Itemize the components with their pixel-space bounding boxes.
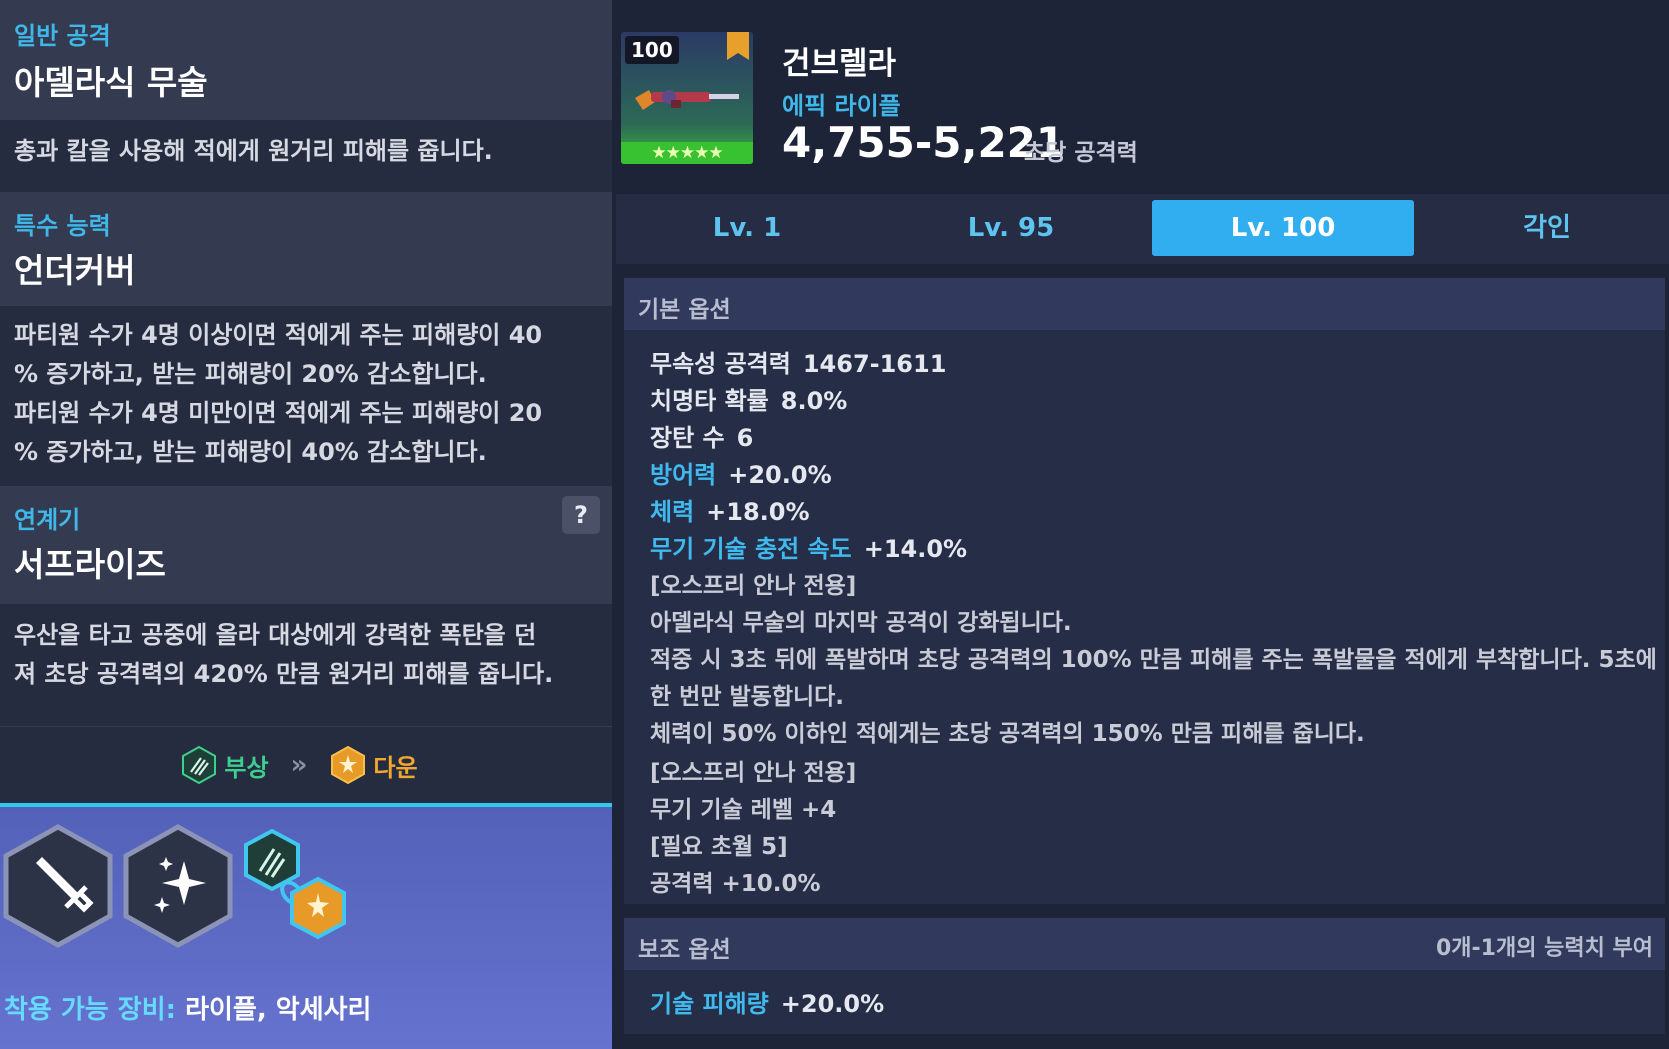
- stat-key: 무기 기술 충전 속도: [650, 535, 852, 563]
- chain-to-label: 다운: [373, 753, 418, 782]
- weapon-dps-label: 초당 공격력: [1024, 140, 1138, 166]
- option-text: [오스프리 안나 전용]: [650, 760, 857, 786]
- chevron-right-icon: »: [290, 750, 308, 780]
- star-rating: ★★★★★: [621, 142, 753, 164]
- skill-name: 언더커버: [14, 251, 136, 290]
- down-icon: [331, 746, 366, 784]
- equip-value: 라이플, 악세사리: [185, 995, 372, 1025]
- stat-value: +14.0%: [863, 535, 968, 563]
- weapon-thumbnail: 100 ★★★★★: [621, 32, 753, 164]
- tab-lv-1[interactable]: Lv. 1: [616, 200, 878, 256]
- stat-key: 기술 피해량: [650, 990, 769, 1018]
- stat-key: 치명타 확률: [650, 387, 769, 415]
- sub-options-note: 0개-1개의 능력치 부여: [1436, 936, 1653, 961]
- stat-row: 체력 +18.0%: [650, 492, 810, 527]
- stat-key: 장탄 수: [650, 424, 725, 452]
- option-text: [오스프리 안나 전용]: [650, 573, 857, 599]
- bookmark-icon[interactable]: [727, 32, 749, 60]
- stat-row: 치명타 확률 8.0%: [650, 381, 847, 416]
- skill-category: 일반 공격: [14, 22, 111, 50]
- description-line: 총과 칼을 사용해 적에게 원거리 피해를 줍니다.: [14, 137, 493, 165]
- basic-options-body: 무속성 공격력 1467-1611 치명타 확률 8.0% 장탄 수 6 방어력 +20…: [624, 330, 1665, 904]
- basic-options-title: 기본 옵션: [638, 297, 731, 323]
- weapon-dps: 4,755-5,221: [782, 118, 1066, 167]
- chain-condition: 부상 » 다운: [0, 727, 612, 803]
- stat-key: 방어력: [650, 461, 717, 489]
- skill-description-normal-attack: 총과 칼을 사용해 적에게 원거리 피해를 줍니다.: [0, 120, 612, 192]
- weapon-type: 에픽 라이플: [782, 92, 901, 120]
- tab-lv-95[interactable]: Lv. 95: [880, 200, 1142, 256]
- stat-row: 장탄 수 6: [650, 418, 753, 453]
- skill-name: 서프라이즈: [14, 545, 166, 584]
- skill-name: 아델라식 무술: [14, 63, 208, 102]
- stat-value: 8.0%: [780, 387, 848, 415]
- option-text: 공격력 +10.0%: [650, 871, 821, 897]
- description-line: % 증가하고, 받는 피해량이 40% 감소합니다.: [14, 438, 487, 466]
- basic-options-header: 기본 옵션: [624, 278, 1665, 330]
- stat-value: 6: [736, 424, 754, 452]
- weapon-level-badge: 100: [625, 36, 679, 64]
- equip-info: 착용 가능 장비: 라이플, 악세사리: [4, 989, 371, 1026]
- skill-header-chain: 연계기 서프라이즈: [0, 486, 612, 604]
- skill-description-special: 파티원 수가 4명 이상이면 적에게 주는 피해량이 40 % 증가하고, 받는…: [0, 306, 612, 486]
- level-tabs: Lv. 1 Lv. 95 Lv. 100 각인: [616, 194, 1669, 264]
- rifle-icon: [635, 90, 739, 110]
- stat-value: +20.0%: [728, 461, 832, 489]
- sword-icon[interactable]: [2, 823, 114, 949]
- weapon-panel: 100 ★★★★★ 건브렐라 에픽 라이플 4,755-5,221 초당 공격력…: [612, 0, 1669, 1045]
- help-button[interactable]: ?: [562, 496, 600, 534]
- equipment-section: 착용 가능 장비: 라이플, 악세사리: [0, 803, 612, 1049]
- skill-header-special: 특수 능력 언더커버: [0, 192, 612, 306]
- skill-header-normal-attack: 일반 공격 아델라식 무술: [0, 0, 612, 120]
- skill-description-chain: 우산을 타고 공중에 올라 대상에게 강력한 폭탄을 던 져 초당 공격력의 4…: [0, 604, 612, 727]
- description-line: 파티원 수가 4명 이상이면 적에게 주는 피해량이 40: [14, 321, 543, 349]
- stat-value: +20.0%: [780, 990, 885, 1018]
- sub-options-title: 보조 옵션: [638, 937, 731, 963]
- option-text: 적중 시 3초 뒤에 폭발하며 초당 공격력의 100% 만큼 피해를 주는 폭…: [650, 647, 1657, 673]
- tab-engrave[interactable]: 각인: [1416, 200, 1669, 256]
- chain-from-label: 부상: [224, 753, 269, 782]
- skill-category: 특수 능력: [14, 212, 111, 240]
- weapon-name: 건브렐라: [782, 46, 897, 82]
- skill-category: 연계기: [14, 506, 81, 534]
- stat-key: 체력: [650, 498, 695, 526]
- stat-key: 무속성 공격력: [650, 350, 791, 378]
- option-text: 체력이 50% 이하인 적에게는 초당 공격력의 150% 만큼 피해를 줍니다…: [650, 721, 1365, 747]
- option-text: 아델라식 무술의 마지막 공격이 강화됩니다.: [650, 610, 1072, 636]
- stat-row: 무기 기술 충전 속도 +14.0%: [650, 529, 967, 564]
- stat-value: +18.0%: [706, 498, 810, 526]
- sparkle-icon[interactable]: [122, 823, 234, 949]
- injury-icon: [182, 746, 217, 784]
- equip-label: 착용 가능 장비:: [4, 995, 177, 1025]
- option-text: 무기 기술 레벨 +4: [650, 797, 837, 823]
- skill-panel: 일반 공격 아델라식 무술 총과 칼을 사용해 적에게 원거리 피해를 줍니다.…: [0, 0, 612, 1049]
- sub-options-header: 보조 옵션 0개-1개의 능력치 부여: [624, 918, 1665, 970]
- description-line: % 증가하고, 받는 피해량이 20% 감소합니다.: [14, 360, 487, 388]
- stat-row: 기술 피해량 +20.0%: [650, 984, 884, 1019]
- sub-options-body: 기술 피해량 +20.0%: [624, 970, 1665, 1034]
- chain-link-icon[interactable]: [240, 827, 356, 947]
- tab-lv-100[interactable]: Lv. 100: [1152, 200, 1414, 256]
- description-line: 우산을 타고 공중에 올라 대상에게 강력한 폭탄을 던: [14, 621, 537, 649]
- option-text: [필요 초월 5]: [650, 834, 788, 860]
- stat-row: 방어력 +20.0%: [650, 455, 832, 490]
- stat-row: 무속성 공격력 1467-1611: [650, 344, 946, 379]
- description-line: 져 초당 공격력의 420% 만큼 원거리 피해를 줍니다.: [14, 660, 554, 688]
- description-line: 파티원 수가 4명 미만이면 적에게 주는 피해량이 20: [14, 399, 543, 427]
- option-text: 한 번만 발동합니다.: [650, 684, 845, 710]
- stat-value: 1467-1611: [802, 350, 947, 378]
